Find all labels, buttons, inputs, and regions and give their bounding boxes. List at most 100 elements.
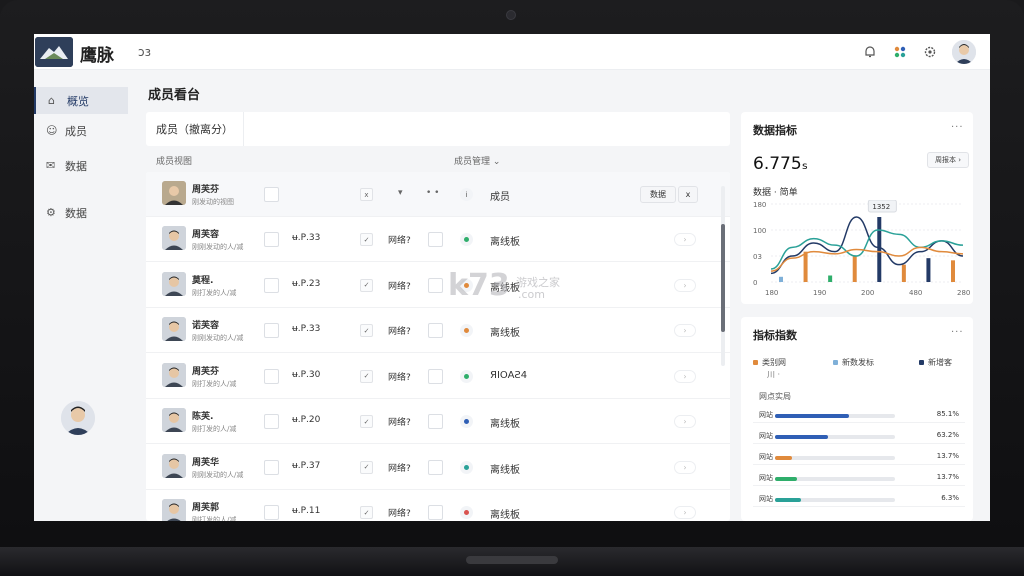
dropdown-arrow[interactable]: ▾ <box>398 188 403 198</box>
member-subtitle: 刚打发的人/减 <box>192 379 237 388</box>
breakdown-value: 63.2% <box>936 431 959 439</box>
row-checkbox[interactable] <box>264 459 279 475</box>
table-row[interactable]: 周芙容 刚刚发动的人/减 ʉ.Ρ.33 ✓ 网络? 离线板 › <box>146 217 730 262</box>
row-flag[interactable]: ✓ <box>360 278 373 292</box>
sidebar-avatar[interactable] <box>61 401 95 435</box>
role-label: 成员 <box>490 192 510 203</box>
data-button[interactable]: 数据 <box>640 186 676 203</box>
bell-icon[interactable] <box>860 42 880 62</box>
chevron-right-icon[interactable]: › <box>674 460 696 474</box>
page-title: 成员看台 <box>148 88 201 103</box>
sidebar-item-members[interactable]: ☺ 成员 <box>34 117 128 144</box>
member-status: 离线板 <box>490 510 520 521</box>
scrollbar-thumb[interactable] <box>721 224 725 332</box>
status-dot <box>464 464 469 470</box>
close-button[interactable]: x <box>678 186 698 203</box>
status-dot-icon <box>460 324 473 337</box>
progress-track <box>775 498 895 502</box>
breakdown-value: 6.3% <box>941 494 959 502</box>
row-checkbox[interactable] <box>264 323 279 338</box>
legend-swatch <box>753 360 758 365</box>
range-button[interactable]: 周报本 › <box>927 152 969 168</box>
mail-icon: ✉ <box>46 158 56 172</box>
status-dot-icon <box>460 369 473 383</box>
sidebar-item-data-settings[interactable]: ⚙ 数据 <box>34 199 128 226</box>
table-row[interactable]: 陈芙. 刚打发的人/减 ʉ.Ρ.20 ✓ 网络? 离线板 › <box>146 399 730 444</box>
brand-logo[interactable] <box>35 37 73 67</box>
member-photo <box>162 226 186 250</box>
member-photo <box>162 181 186 205</box>
chart-bar <box>901 264 906 282</box>
chevron-right-icon[interactable]: › <box>674 324 696 337</box>
line-chart: 180 100 03 0 180 190 200 480 280 1352 <box>753 200 970 297</box>
row-checkbox[interactable] <box>428 232 443 247</box>
x-tick-label: 280 <box>957 289 970 297</box>
apps-icon[interactable] <box>890 42 910 62</box>
legend-item: 类别网 <box>753 357 786 368</box>
row-checkbox[interactable] <box>264 368 279 384</box>
row-checkbox[interactable] <box>264 414 279 429</box>
sidebar-item-data[interactable]: ✉ 数据 <box>34 152 128 179</box>
stats-panel: 数据指标 ··· 6.775ₛ 周报本 › 数据 · 简单 180 100 03 0 1… <box>741 112 973 304</box>
table-row[interactable]: 莫程. 刚打发的人/减 ʉ.Ρ.23 ✓ 网络? 离线板 › <box>146 263 730 308</box>
row-checkbox[interactable] <box>428 277 443 293</box>
list-title: 网点实局 <box>759 392 791 401</box>
member-name: 陈芙. <box>192 412 214 422</box>
row-checkbox[interactable] <box>428 414 443 429</box>
row-checkbox[interactable] <box>264 187 279 202</box>
legend-item: 新数发标 <box>833 357 874 368</box>
chart-bar <box>852 256 857 282</box>
row-checkbox[interactable] <box>264 505 279 520</box>
x-tick-label: 200 <box>861 289 874 297</box>
row-checkbox[interactable] <box>428 505 443 520</box>
row-flag[interactable]: ✓ <box>360 233 373 246</box>
chevron-right-icon[interactable]: › <box>674 506 696 519</box>
user-avatar[interactable] <box>952 40 976 64</box>
member-name: 诺芙容 <box>192 321 220 331</box>
progress-track <box>775 435 895 439</box>
breakdown-panel: 指标指数 ··· 类别网 新数发标 新增客 川 · 网点实局 网站 85.1% … <box>741 317 973 521</box>
user-icon: ☺ <box>46 123 58 137</box>
brand-subtitle: ɔɜ <box>138 45 151 59</box>
more-icon[interactable]: ··· <box>951 122 964 133</box>
top-bar: 鹰脉 ɔɜ <box>34 34 990 70</box>
table-row[interactable]: 周芙华 刚刚发动的人/减 ʉ.Ρ.37 ✓ 网络? 离线板 › <box>146 445 730 490</box>
chevron-right-icon[interactable]: › <box>674 278 696 292</box>
more-icon[interactable]: ··· <box>951 327 964 338</box>
row-flag[interactable]: ✓ <box>360 324 373 337</box>
row-checkbox[interactable] <box>428 459 443 475</box>
member-subtitle: 刚刚发动的人/减 <box>192 334 244 342</box>
chart-bar <box>803 251 808 282</box>
row-checkbox[interactable] <box>264 277 279 293</box>
y-tick-label: 100 <box>753 227 766 235</box>
status-dot <box>464 328 469 333</box>
row-flag[interactable]: ✓ <box>360 506 373 519</box>
sidebar: ⌂ 概览 ☺ 成员 ✉ 数据 ⚙ 数据 <box>34 70 134 521</box>
row-flag[interactable]: ✓ <box>360 460 373 474</box>
table-row[interactable]: 周芙郭 刚打发的人/减 ʉ.Ρ.11 ✓ 网络? 离线板 › <box>146 490 730 521</box>
settings-icon[interactable] <box>920 42 940 62</box>
row-checkbox[interactable] <box>428 323 443 338</box>
chevron-right-icon[interactable]: › <box>674 233 696 246</box>
row-flag[interactable]: ✓ <box>360 415 373 428</box>
member-tag: 网络? <box>388 327 411 337</box>
row-checkbox[interactable] <box>428 368 443 384</box>
tab-members[interactable]: 成员（撤离分） <box>146 112 244 146</box>
list-header-manage[interactable]: 成员管理 ⌄ <box>454 154 500 167</box>
chevron-right-icon[interactable]: › <box>674 369 696 383</box>
status-dot <box>464 237 469 242</box>
member-photo <box>162 453 186 478</box>
member-subtitle: 刚刚发动的人/减 <box>192 243 244 251</box>
row-flag[interactable]: ✓ <box>360 369 373 383</box>
member-photo <box>162 271 186 296</box>
row-checkbox[interactable] <box>264 232 279 247</box>
member-photo <box>162 317 186 341</box>
table-row[interactable]: 诺芙容 刚刚发动的人/减 ʉ.Ρ.33 ✓ 网络? 离线板 › <box>146 308 730 353</box>
progress-track <box>775 456 895 460</box>
sidebar-item-overview[interactable]: ⌂ 概览 <box>34 87 128 114</box>
table-row[interactable]: 周芙芬 刚打发的人/减 ʉ.Ρ.30 ✓ 网络? ЯIOAƧ4 › <box>146 354 730 399</box>
info-icon: i <box>460 188 473 201</box>
chevron-right-icon[interactable]: › <box>674 415 696 428</box>
row-flag[interactable]: x <box>360 188 373 201</box>
series-line <box>770 229 964 270</box>
